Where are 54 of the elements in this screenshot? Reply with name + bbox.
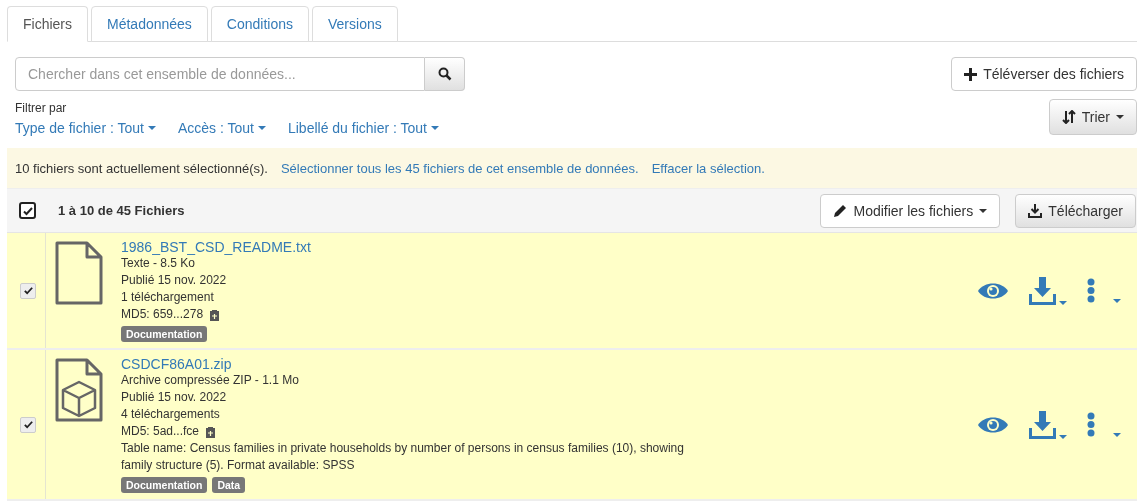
select-all-link[interactable]: Sélectionner tous les 45 fichiers de cet ensemble de données. [280, 160, 639, 176]
sort-button[interactable]: Trier [1048, 99, 1137, 135]
edit-files-button[interactable]: Modifier les fichiers [820, 193, 1001, 228]
tab[interactable]: Fichiers [7, 6, 88, 42]
search-button[interactable] [425, 57, 465, 91]
file-tag: Documentation [121, 477, 208, 493]
more-options-button[interactable] [1087, 278, 1121, 303]
file-tag: Documentation [121, 326, 208, 342]
download-button[interactable]: Télécharger [1015, 193, 1136, 228]
clipboard-icon[interactable] [205, 425, 217, 438]
file-download-button[interactable] [1029, 410, 1067, 439]
file-checkbox[interactable] [20, 416, 36, 433]
file-count: 1 à 10 de 45 Fichiers [58, 203, 186, 218]
file-detail: Publié 15 nov. 2022 [121, 389, 228, 406]
file-detail: Publié 15 nov. 2022 [121, 272, 228, 289]
file-detail: 1 téléchargement [121, 289, 215, 306]
tab[interactable]: Versions [312, 6, 398, 42]
file-detail: Texte - 8.5 Ko [121, 255, 197, 272]
select-all-checkbox[interactable] [19, 202, 36, 219]
clear-selection-link[interactable]: Effacer la sélection. [651, 160, 765, 176]
filter-label: Filtrer par [15, 101, 68, 115]
file-checkbox[interactable] [20, 282, 36, 299]
file-icon [55, 241, 103, 305]
file-description: Table name: Census families in private households by number of persons in census families (10), showing family structure (5). Format available: SPSS [121, 440, 685, 474]
tab[interactable]: Conditions [210, 6, 309, 42]
md5-hash: MD5: 5ad...fce [121, 423, 200, 440]
file-detail: 4 téléchargements [121, 406, 221, 423]
sort-icon [1061, 110, 1076, 124]
archive-file-icon [55, 358, 103, 422]
file-detail: Archive compressée ZIP - 1.1 Mo [121, 372, 300, 389]
filter-dropdown[interactable]: Type de fichier : Tout [15, 120, 156, 136]
upload-button[interactable]: Téléverser des fichiers [951, 57, 1137, 91]
filter-dropdown[interactable]: Libellé du fichier : Tout [287, 120, 439, 136]
md5-hash: MD5: 659...278 [121, 306, 204, 323]
download-icon [1029, 276, 1056, 305]
check-icon [22, 285, 34, 296]
file-tag: Data [212, 477, 246, 493]
file-download-button[interactable] [1029, 276, 1067, 305]
more-icon [1087, 278, 1095, 303]
check-icon [22, 419, 34, 430]
more-icon [1087, 412, 1095, 437]
selection-message: 10 fichiers sont actuellement sélectionné(s). [15, 160, 268, 176]
clipboard-icon[interactable] [209, 308, 221, 321]
search-field[interactable]: Chercher dans cet ensemble de données... [15, 57, 425, 91]
tab[interactable]: Métadonnées [91, 6, 208, 42]
more-options-button[interactable] [1087, 412, 1121, 437]
download-icon [1028, 203, 1043, 218]
filter-dropdown[interactable]: Accès : Tout [177, 120, 266, 136]
search-icon [437, 67, 452, 81]
download-icon [1029, 410, 1056, 439]
plus-icon [964, 67, 978, 81]
file-name-link[interactable]: 1986_BST_CSD_README.txt [121, 239, 311, 255]
pencil-icon [833, 203, 848, 218]
file-name-link[interactable]: CSDCF86A01.zip [121, 356, 232, 372]
